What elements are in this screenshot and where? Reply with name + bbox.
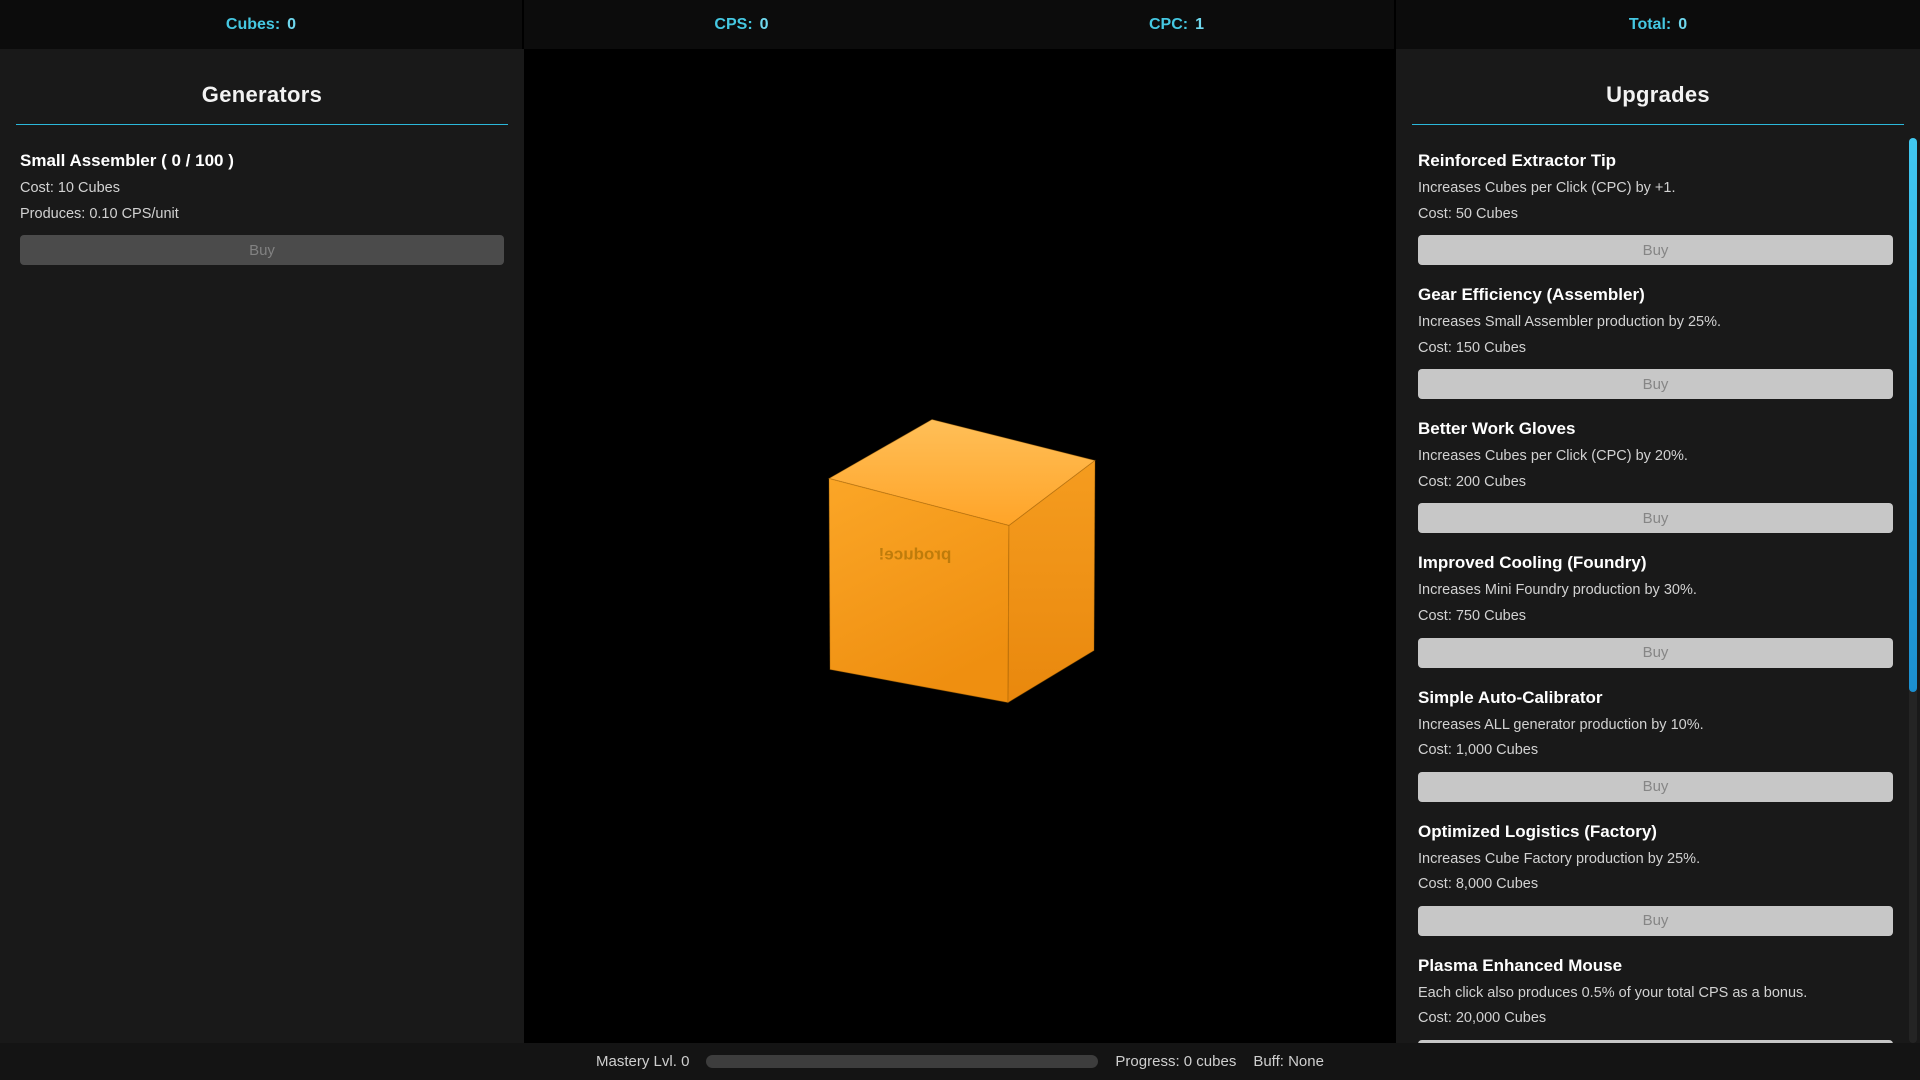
upgrade-buy-button[interactable]: Buy [1418,772,1893,802]
stat-cps-value: 0 [760,16,769,33]
stat-cpc: CPC: 1 [959,16,1394,34]
upgrade-name: Optimized Logistics (Factory) [1418,822,1893,842]
upgrade-item: Reinforced Extractor Tip Increases Cubes… [1418,151,1893,265]
upgrade-description: Increases Cubes per Click (CPC) by +1. [1418,179,1893,199]
cube-shape[interactable]: produce! [829,420,1095,703]
stat-cubes: Cubes: 0 [0,0,524,49]
generator-item: Small Assembler ( 0 / 100 ) Cost: 10 Cub… [20,151,504,265]
upgrade-buy-button[interactable]: Buy [1418,638,1893,668]
upgrade-name: Better Work Gloves [1418,419,1893,439]
stat-cubes-label: Cubes: [226,16,280,33]
upgrade-cost: Cost: 50 Cubes [1418,205,1893,225]
upgrade-buy-button[interactable]: Buy [1418,1040,1893,1043]
cube-clicker-app: Cubes:0 CPS:0 CPC:1 Total:0 Generat [0,0,1920,1080]
upgrade-description: Increases Small Assembler production by … [1418,313,1893,333]
stat-cpc-label: CPC: [1149,16,1188,33]
upgrade-description: Increases ALL generator production by 10… [1418,716,1893,736]
upgrades-title: Upgrades [1412,49,1904,125]
generator-name: Small Assembler ( 0 / 100 ) [20,151,504,171]
upgrade-buy-button[interactable]: Buy [1418,503,1893,533]
upgrade-description: Increases Mini Foundry production by 30%… [1418,581,1893,601]
upgrade-name: Reinforced Extractor Tip [1418,151,1893,171]
footer-bar: Mastery Lvl. 0 Progress: 0 cubes Buff: N… [0,1043,1920,1080]
upgrade-name: Improved Cooling (Foundry) [1418,553,1893,573]
stat-total-label: Total: [1629,16,1671,33]
upgrade-buy-button[interactable]: Buy [1418,235,1893,265]
generator-cost: Cost: 10 Cubes [20,179,504,199]
stat-total: Total: 0 [1396,0,1920,49]
generator-buy-button[interactable]: Buy [20,235,504,265]
upgrade-description: Increases Cube Factory production by 25%… [1418,850,1893,870]
upgrade-description: Each click also produces 0.5% of your to… [1418,984,1893,1004]
generator-produces: Produces: 0.10 CPS/unit [20,205,504,225]
upgrade-item: Better Work Gloves Increases Cubes per C… [1418,419,1893,533]
cube-mirrored-label: produce! [879,545,952,564]
topbar-center: CPS: 0 CPC: 1 [524,0,1396,49]
topbar: Cubes: 0 CPS: 0 CPC: 1 Total: 0 [0,0,1920,49]
mastery-level-label: Mastery Lvl. 0 [596,1053,689,1070]
generators-title: Generators [16,49,508,125]
upgrade-name: Simple Auto-Calibrator [1418,688,1893,708]
upgrade-cost: Cost: 150 Cubes [1418,339,1893,359]
upgrade-buy-button[interactable]: Buy [1418,369,1893,399]
upgrade-cost: Cost: 1,000 Cubes [1418,741,1893,761]
mastery-progress-bar [706,1055,1098,1068]
upgrade-item: Improved Cooling (Foundry) Increases Min… [1418,553,1893,667]
game-area: produce! [524,49,1396,1043]
buff-status: Buff: None [1253,1053,1324,1070]
upgrades-list: Reinforced Extractor Tip Increases Cubes… [1396,151,1920,1043]
upgrade-item: Optimized Logistics (Factory) Increases … [1418,822,1893,936]
upgrade-description: Increases Cubes per Click (CPC) by 20%. [1418,447,1893,467]
stat-cps: CPS: 0 [524,16,959,34]
main-area: Generators Small Assembler ( 0 / 100 ) C… [0,49,1920,1043]
upgrade-buy-button[interactable]: Buy [1418,906,1893,936]
upgrade-item: Gear Efficiency (Assembler) Increases Sm… [1418,285,1893,399]
stat-total-value: 0 [1678,16,1687,33]
cube[interactable]: produce! [524,49,1396,1043]
upgrade-name: Gear Efficiency (Assembler) [1418,285,1893,305]
upgrade-cost: Cost: 750 Cubes [1418,607,1893,627]
upgrades-scrollbar-thumb[interactable] [1909,138,1917,692]
upgrade-cost: Cost: 20,000 Cubes [1418,1009,1893,1029]
upgrade-item: Plasma Enhanced Mouse Each click also pr… [1418,956,1893,1043]
generators-list: Small Assembler ( 0 / 100 ) Cost: 10 Cub… [0,151,524,265]
upgrade-item: Simple Auto-Calibrator Increases ALL gen… [1418,688,1893,802]
generators-panel: Generators Small Assembler ( 0 / 100 ) C… [0,49,524,1043]
upgrade-cost: Cost: 200 Cubes [1418,473,1893,493]
stat-cps-label: CPS: [714,16,752,33]
upgrade-name: Plasma Enhanced Mouse [1418,956,1893,976]
upgrades-panel: Upgrades Reinforced Extractor Tip Increa… [1396,49,1920,1043]
upgrade-cost: Cost: 8,000 Cubes [1418,875,1893,895]
progress-text: Progress: 0 cubes [1115,1053,1236,1070]
stat-cubes-value: 0 [287,16,296,33]
stat-cpc-value: 1 [1195,16,1204,33]
